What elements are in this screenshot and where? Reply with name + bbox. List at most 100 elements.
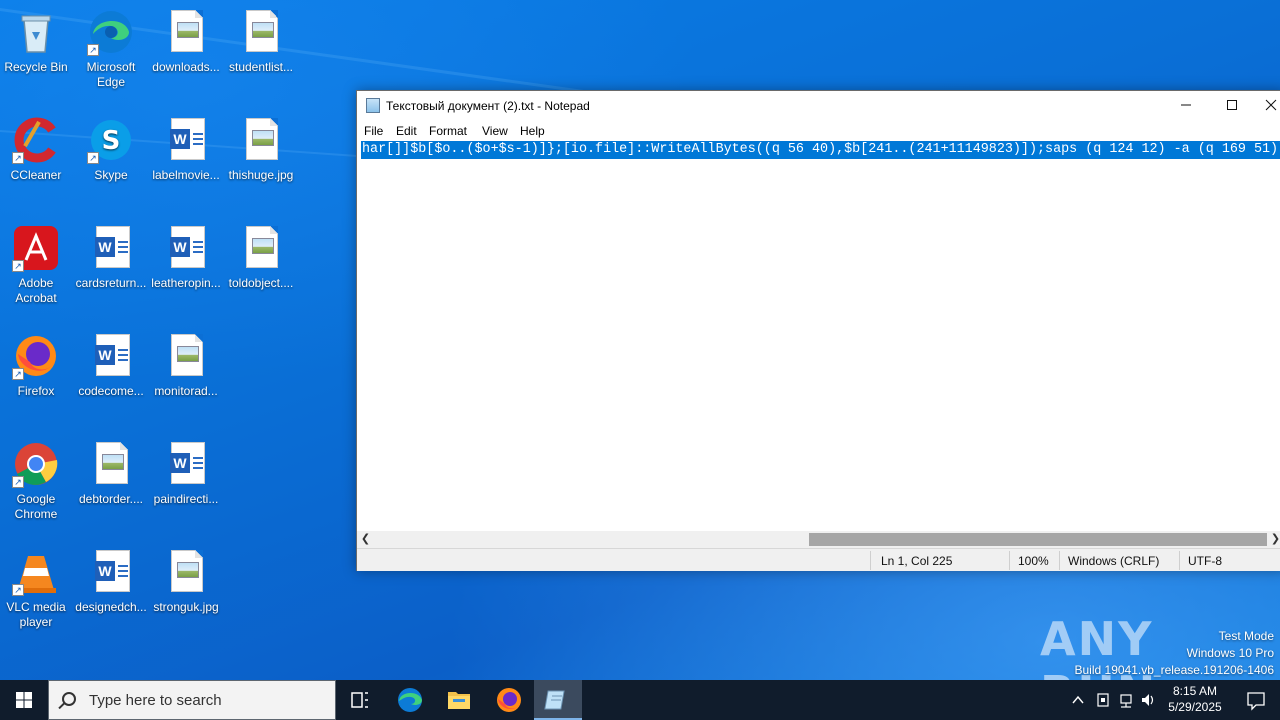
skype-icon: S ↗: [87, 116, 135, 164]
desktop-icon-studentlist[interactable]: studentlist...: [223, 8, 299, 75]
chrome-icon: ↗: [12, 440, 60, 488]
edition-text: Windows 10 Pro: [1186, 646, 1274, 660]
cursor-position: Ln 1, Col 225: [881, 554, 953, 568]
folder-icon: [448, 692, 470, 709]
desktop-icon-firefox[interactable]: ↗ Firefox: [0, 332, 74, 399]
text-editor[interactable]: har[]]$b[$o..($o+$s-1)]};[io.file]::Writ…: [357, 141, 1280, 531]
start-button[interactable]: [0, 680, 48, 720]
recycle-bin-icon: [12, 8, 60, 56]
desktop-icon-recycle-bin[interactable]: Recycle Bin: [0, 8, 74, 75]
build-text: Build 19041.vb_release.191206-1406: [1074, 663, 1275, 677]
status-bar: Ln 1, Col 225 100% Windows (CRLF) UTF-8: [357, 548, 1280, 571]
maximize-icon: [1227, 100, 1237, 110]
chevron-up-icon: [1072, 695, 1084, 704]
word-document-icon: W: [87, 224, 135, 272]
minimize-icon: [1181, 104, 1191, 106]
desktop-icon-thishuge[interactable]: thishuge.jpg: [223, 116, 299, 183]
menu-help[interactable]: Help: [520, 124, 545, 138]
image-file-icon: [87, 440, 135, 488]
vlc-icon: ↗: [12, 548, 60, 596]
svg-text:S: S: [102, 126, 121, 156]
device-icon: [1097, 693, 1109, 707]
close-button[interactable]: [1255, 91, 1280, 121]
zoom-level: 100%: [1018, 554, 1049, 568]
edge-icon: ↗: [87, 8, 135, 56]
scroll-right-icon[interactable]: ❯: [1267, 531, 1280, 548]
line-ending: Windows (CRLF): [1068, 554, 1160, 568]
taskbar-edge[interactable]: [386, 680, 434, 720]
image-file-icon: [237, 8, 285, 56]
word-document-icon: W: [162, 440, 210, 488]
task-view-button[interactable]: [336, 680, 384, 720]
test-mode-text: Test Mode: [1218, 629, 1274, 643]
desktop-icon-debtorder[interactable]: debtorder....: [73, 440, 149, 507]
image-file-icon: [162, 332, 210, 380]
desktop-icon-toldobject[interactable]: toldobject....: [223, 224, 299, 291]
scrollbar-thumb[interactable]: [809, 533, 1267, 546]
close-icon: [1265, 99, 1277, 111]
menu-file[interactable]: File: [364, 124, 383, 138]
notepad-window[interactable]: Текстовый документ (2).txt - Notepad Fil…: [356, 90, 1280, 571]
image-file-icon: [162, 8, 210, 56]
taskbar-clock[interactable]: 8:15 AM 5/29/2025: [1160, 683, 1230, 715]
task-view-icon: [351, 692, 368, 708]
encoding: UTF-8: [1188, 554, 1222, 568]
desktop-icon-downloads[interactable]: downloads...: [148, 8, 224, 75]
desktop-icon-paindirecti[interactable]: W paindirecti...: [148, 440, 224, 507]
word-document-icon: W: [87, 548, 135, 596]
word-document-icon: W: [162, 224, 210, 272]
volume-icon: [1142, 694, 1154, 706]
notepad-icon: [366, 98, 380, 113]
desktop-icon-codecome[interactable]: W codecome...: [73, 332, 149, 399]
notifications-button[interactable]: [1232, 680, 1280, 720]
taskbar: Type here to search 8:15 AM 5/29/2025: [0, 680, 1280, 720]
word-document-icon: W: [162, 116, 210, 164]
desktop-icon-microsoft-edge[interactable]: ↗ Microsoft Edge: [73, 8, 149, 90]
search-icon: [62, 692, 76, 706]
word-document-icon: W: [87, 332, 135, 380]
notification-icon: [1247, 692, 1265, 711]
menu-format[interactable]: Format: [429, 124, 467, 138]
network-icon: [1120, 694, 1132, 708]
edge-icon: [398, 688, 422, 712]
os-watermark: Test Mode Windows 10 Pro Build 19041.vb_…: [1075, 628, 1275, 679]
desktop-icon-stronguk[interactable]: stronguk.jpg: [148, 548, 224, 615]
notepad-icon: [544, 690, 565, 710]
horizontal-scrollbar[interactable]: ❮ ❯: [357, 531, 1280, 548]
minimize-button[interactable]: [1163, 91, 1209, 121]
acrobat-icon: ↗: [12, 224, 60, 272]
ccleaner-icon: ↗: [12, 116, 60, 164]
desktop-icon-monitorad[interactable]: monitorad...: [148, 332, 224, 399]
taskbar-search[interactable]: Type here to search: [48, 680, 336, 720]
menu-edit[interactable]: Edit: [396, 124, 417, 138]
search-placeholder[interactable]: Type here to search: [89, 692, 222, 709]
taskbar-firefox[interactable]: [485, 680, 533, 720]
system-tray: [1068, 680, 1158, 720]
firefox-icon: ↗: [12, 332, 60, 380]
windows-icon: [16, 692, 32, 708]
image-file-icon: [237, 224, 285, 272]
taskbar-notepad[interactable]: [534, 680, 582, 720]
clock-time: 8:15 AM: [1172, 684, 1218, 698]
image-file-icon: [162, 548, 210, 596]
desktop-icon-leatheropin[interactable]: W leatheropin...: [148, 224, 224, 291]
maximize-button[interactable]: [1209, 91, 1255, 121]
desktop-icon-adobe-acrobat[interactable]: ↗ Adobe Acrobat: [0, 224, 74, 306]
title-bar[interactable]: Текстовый документ (2).txt - Notepad: [357, 91, 1280, 121]
image-file-icon: [237, 116, 285, 164]
menu-bar: File Edit Format View Help: [357, 121, 1280, 141]
scroll-left-icon[interactable]: ❮: [357, 531, 374, 548]
window-title: Текстовый документ (2).txt - Notepad: [386, 99, 590, 113]
desktop-icon-skype[interactable]: S ↗ Skype: [73, 116, 149, 183]
desktop-icon-labelmovie[interactable]: W labelmovie...: [148, 116, 224, 183]
taskbar-file-explorer[interactable]: [435, 680, 483, 720]
menu-view[interactable]: View: [482, 124, 508, 138]
desktop-icon-designedch[interactable]: W designedch...: [73, 548, 149, 615]
desktop-icon-ccleaner[interactable]: ↗ CCleaner: [0, 116, 74, 183]
desktop-icon-google-chrome[interactable]: ↗ Google Chrome: [0, 440, 74, 522]
firefox-icon: [497, 688, 521, 712]
desktop-icon-vlc[interactable]: ↗ VLC media player: [0, 548, 74, 630]
editor-content[interactable]: har[]]$b[$o..($o+$s-1)]};[io.file]::Writ…: [362, 142, 1280, 158]
desktop-icon-cardsreturn[interactable]: W cardsreturn...: [73, 224, 149, 291]
clock-date: 5/29/2025: [1168, 700, 1222, 714]
